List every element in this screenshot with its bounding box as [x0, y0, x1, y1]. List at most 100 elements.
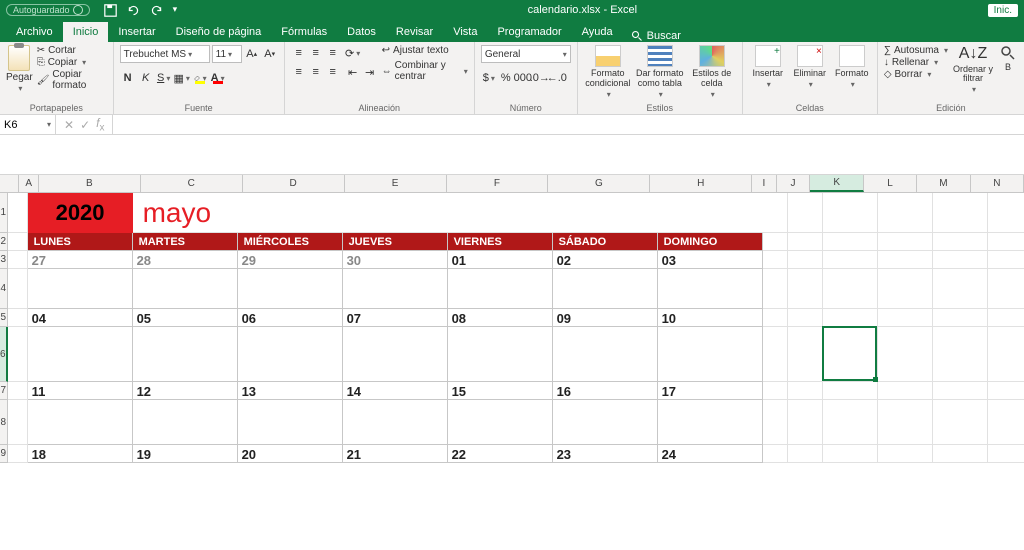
autosum-button[interactable]: ∑Autosuma▾ [884, 45, 948, 56]
cell-J4[interactable] [788, 269, 823, 309]
cell-I5[interactable] [763, 309, 788, 327]
cell-H8[interactable] [658, 400, 763, 445]
align-bottom-button[interactable]: ≡ [325, 45, 341, 61]
cell-N2[interactable] [988, 233, 1024, 251]
cell-L2[interactable] [878, 233, 933, 251]
cell-F2[interactable]: VIERNES [448, 233, 553, 251]
cell-F1[interactable] [448, 193, 553, 233]
cell-E2[interactable]: JUEVES [343, 233, 448, 251]
cell-A8[interactable] [8, 400, 28, 445]
accept-formula-icon[interactable]: ✓ [80, 118, 90, 132]
cell-M6[interactable] [933, 327, 988, 382]
cell-A6[interactable] [8, 327, 28, 382]
decrease-decimal-button[interactable]: ←.0 [549, 70, 565, 86]
cell-D4[interactable] [238, 269, 343, 309]
cell-C3[interactable]: 28 [133, 251, 238, 269]
signin-button[interactable]: Inic. [988, 4, 1018, 17]
cell-B8[interactable] [28, 400, 133, 445]
tab-insertar[interactable]: Insertar [108, 22, 165, 42]
cell-M9[interactable] [933, 445, 988, 463]
cell-B6[interactable] [28, 327, 133, 382]
tab-archivo[interactable]: Archivo [6, 22, 63, 42]
cell-F6[interactable] [448, 327, 553, 382]
cancel-formula-icon[interactable]: ✕ [64, 118, 74, 132]
cell-F8[interactable] [448, 400, 553, 445]
cell-H9[interactable]: 24 [658, 445, 763, 463]
cell-B9[interactable]: 18 [28, 445, 133, 463]
row-header-2[interactable]: 2 [0, 233, 8, 251]
cell-H2[interactable]: DOMINGO [658, 233, 763, 251]
cell-D8[interactable] [238, 400, 343, 445]
cell-L8[interactable] [878, 400, 933, 445]
increase-decimal-button[interactable]: .0→ [532, 70, 548, 86]
cell-L1[interactable] [878, 193, 933, 233]
cell-D6[interactable] [238, 327, 343, 382]
cell-G2[interactable]: SÁBADO [553, 233, 658, 251]
row-header-1[interactable]: 1 [0, 193, 8, 233]
cell-H5[interactable]: 10 [658, 309, 763, 327]
cell-A4[interactable] [8, 269, 28, 309]
cell-I9[interactable] [763, 445, 788, 463]
column-headers[interactable]: ABCDEFGHIJKLMN [0, 175, 1024, 193]
cell-M1[interactable] [933, 193, 988, 233]
cell-H6[interactable] [658, 327, 763, 382]
orientation-button[interactable]: ⟳▾ [345, 45, 361, 61]
cell-grid[interactable]: 2020mayoLUNESMARTESMIÉRCOLESJUEVESVIERNE… [8, 193, 1024, 463]
cell-D2[interactable]: MIÉRCOLES [238, 233, 343, 251]
cell-J6[interactable] [788, 327, 823, 382]
cell-L5[interactable] [878, 309, 933, 327]
cell-K6[interactable] [823, 327, 878, 382]
number-format-combo[interactable]: General▾ [481, 45, 571, 63]
format-cells-button[interactable]: Formato▾ [833, 45, 871, 90]
align-top-button[interactable]: ≡ [291, 45, 307, 61]
insert-cells-button[interactable]: + Insertar▾ [749, 45, 787, 90]
cell-M4[interactable] [933, 269, 988, 309]
cell-styles-button[interactable]: Estilos de celda▾ [688, 45, 736, 100]
cell-D5[interactable]: 06 [238, 309, 343, 327]
clear-button[interactable]: ◇Borrar▾ [884, 69, 948, 80]
cell-A7[interactable] [8, 382, 28, 400]
cell-A9[interactable] [8, 445, 28, 463]
undo-icon[interactable] [127, 4, 140, 17]
col-header-A[interactable]: A [19, 175, 38, 192]
cell-M7[interactable] [933, 382, 988, 400]
cell-K1[interactable] [823, 193, 878, 233]
decrease-indent-button[interactable]: ⇤ [345, 64, 361, 80]
cell-E1[interactable] [343, 193, 448, 233]
cell-N8[interactable] [988, 400, 1024, 445]
cell-B5[interactable]: 04 [28, 309, 133, 327]
cell-J2[interactable] [788, 233, 823, 251]
row-header-6[interactable]: 6 [0, 327, 8, 382]
col-header-G[interactable]: G [548, 175, 650, 192]
cell-G5[interactable]: 09 [553, 309, 658, 327]
tab-programador[interactable]: Programador [487, 22, 571, 42]
cell-H1[interactable] [658, 193, 763, 233]
cell-K5[interactable] [823, 309, 878, 327]
merge-center-button[interactable]: ⇔Combinar y centrar▾ [382, 60, 468, 82]
cell-C1[interactable]: mayo [133, 193, 238, 233]
tab-ayuda[interactable]: Ayuda [572, 22, 623, 42]
cell-D3[interactable]: 29 [238, 251, 343, 269]
cell-A5[interactable] [8, 309, 28, 327]
cell-J9[interactable] [788, 445, 823, 463]
row-headers[interactable]: 123456789 [0, 193, 8, 463]
name-box[interactable]: K6▾ [0, 115, 56, 134]
cell-G8[interactable] [553, 400, 658, 445]
cell-L6[interactable] [878, 327, 933, 382]
cell-I7[interactable] [763, 382, 788, 400]
cell-L9[interactable] [878, 445, 933, 463]
row-header-9[interactable]: 9 [0, 445, 8, 463]
cell-D9[interactable]: 20 [238, 445, 343, 463]
cell-K7[interactable] [823, 382, 878, 400]
tab-inicio[interactable]: Inicio [63, 22, 109, 42]
sort-filter-button[interactable]: A↓Z Ordenar y filtrar▾ [952, 45, 994, 95]
copy-button[interactable]: ⎘Copiar▾ [37, 57, 107, 68]
conditional-format-button[interactable]: Formato condicional▾ [584, 45, 632, 100]
cell-E8[interactable] [343, 400, 448, 445]
cell-F7[interactable]: 15 [448, 382, 553, 400]
cell-H3[interactable]: 03 [658, 251, 763, 269]
cell-I6[interactable] [763, 327, 788, 382]
cell-I4[interactable] [763, 269, 788, 309]
cell-E3[interactable]: 30 [343, 251, 448, 269]
cell-F5[interactable]: 08 [448, 309, 553, 327]
